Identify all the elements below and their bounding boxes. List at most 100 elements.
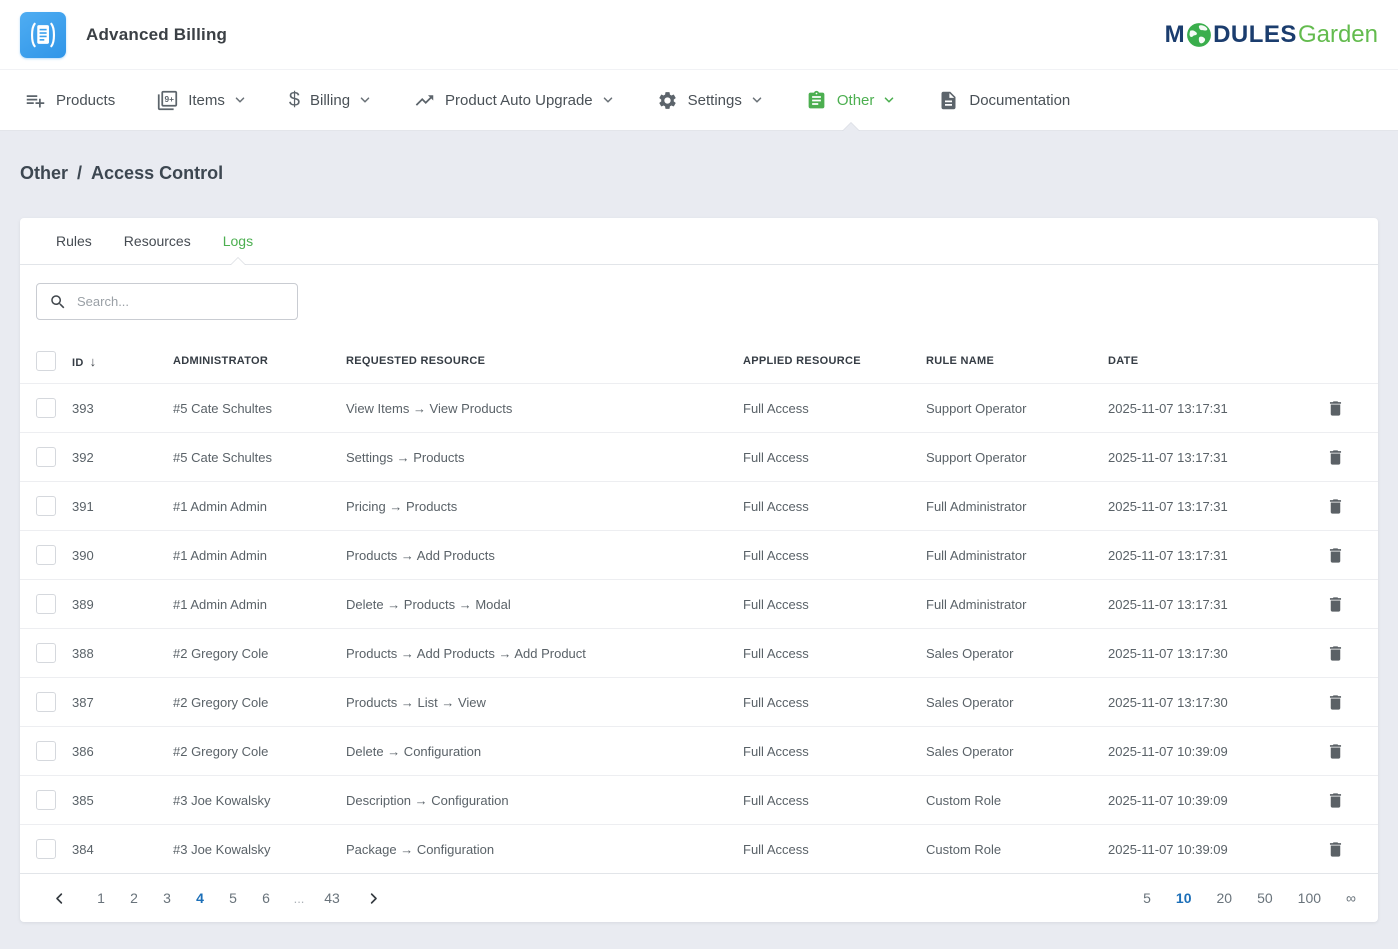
search-icon (49, 293, 67, 311)
cell-date: 2025-11-07 13:17:31 (1108, 597, 1293, 612)
page-number[interactable]: ... (290, 891, 308, 906)
trash-icon (1326, 448, 1345, 467)
pagination-bar: 1 2 3 4 5 6 ... 43 (20, 873, 1378, 922)
nav-item[interactable]: Product Auto Upgrade (393, 70, 636, 130)
delete-button[interactable] (1322, 738, 1349, 765)
chevron-right-icon (366, 891, 381, 906)
delete-button[interactable] (1322, 493, 1349, 520)
row-checkbox[interactable] (36, 398, 56, 418)
row-checkbox[interactable] (36, 496, 56, 516)
row-checkbox[interactable] (36, 839, 56, 859)
search-input[interactable] (77, 294, 285, 309)
row-checkbox[interactable] (36, 692, 56, 712)
select-all-checkbox[interactable] (36, 351, 56, 371)
column-header-rule-name[interactable]: Rule Name (926, 355, 1108, 367)
delete-button[interactable] (1322, 395, 1349, 422)
brand-garden: Garden (1298, 23, 1378, 47)
gear-icon (657, 90, 678, 111)
nav-item-label: Settings (688, 92, 742, 109)
next-page-button[interactable] (364, 889, 383, 908)
column-header-requested-resource[interactable]: Requested Resource (346, 355, 743, 367)
column-header-administrator[interactable]: Administrator (173, 355, 346, 367)
nav-item-label: Billing (310, 92, 350, 109)
cell-applied-resource: Full Access (743, 744, 926, 759)
delete-button[interactable] (1322, 689, 1349, 716)
cell-rule-name: Support Operator (926, 450, 1108, 465)
cell-requested-resource: Package → Configuration (346, 842, 743, 857)
column-header-id[interactable]: ID↓ (72, 354, 173, 369)
per-page-option[interactable]: ∞ (1346, 890, 1356, 906)
per-page-selector: 5 10 20 50 100 ∞ (1143, 890, 1356, 906)
previous-page-button[interactable] (50, 889, 69, 908)
svg-text:9+: 9+ (165, 93, 175, 103)
cell-applied-resource: Full Access (743, 499, 926, 514)
brand-dules: DULES (1213, 23, 1297, 47)
tab[interactable]: Logs (207, 218, 269, 264)
page-number[interactable]: 1 (92, 890, 110, 906)
page-title: Advanced Billing (86, 25, 227, 45)
delete-button[interactable] (1322, 787, 1349, 814)
table-row: 390 #1 Admin Admin Products → Add Produc… (20, 530, 1378, 579)
delete-button[interactable] (1322, 640, 1349, 667)
document-icon (938, 90, 959, 111)
per-page-option[interactable]: 5 (1143, 890, 1151, 906)
cell-requested-resource: Delete → Products → Modal (346, 597, 743, 612)
nav-item[interactable]: Products (4, 70, 136, 130)
trash-icon (1326, 497, 1345, 516)
cell-date: 2025-11-07 10:39:09 (1108, 744, 1293, 759)
nav-item-label: Product Auto Upgrade (445, 92, 593, 109)
cell-rule-name: Custom Role (926, 842, 1108, 857)
cell-administrator: #5 Cate Schultes (173, 401, 346, 416)
cell-id: 386 (72, 744, 173, 759)
table-row: 392 #5 Cate Schultes Settings → Products… (20, 432, 1378, 481)
row-checkbox[interactable] (36, 741, 56, 761)
nav-item[interactable]: $ Billing (268, 70, 393, 130)
cell-administrator: #5 Cate Schultes (173, 450, 346, 465)
cell-administrator: #2 Gregory Cole (173, 695, 346, 710)
page-number[interactable]: 3 (158, 890, 176, 906)
cell-rule-name: Full Administrator (926, 548, 1108, 563)
breadcrumb: Other/Access Control (20, 163, 1378, 184)
row-checkbox[interactable] (36, 447, 56, 467)
row-checkbox[interactable] (36, 643, 56, 663)
row-checkbox[interactable] (36, 790, 56, 810)
delete-button[interactable] (1322, 591, 1349, 618)
tab-label: Logs (223, 233, 253, 249)
cell-rule-name: Sales Operator (926, 695, 1108, 710)
page-number[interactable]: 6 (257, 890, 275, 906)
tab-label: Rules (56, 233, 92, 249)
dollar-icon: $ (289, 90, 300, 110)
log-table: ID↓ Administrator Requested Resource App… (20, 339, 1378, 873)
per-page-option[interactable]: 50 (1257, 890, 1273, 906)
brand-m: M (1165, 23, 1186, 47)
cell-id: 388 (72, 646, 173, 661)
tab[interactable]: Rules (40, 218, 108, 264)
trash-icon (1326, 595, 1345, 614)
nav-item[interactable]: Settings (636, 70, 785, 130)
per-page-option[interactable]: 100 (1298, 890, 1321, 906)
nav-item-label: Other (837, 92, 875, 109)
clipboard-icon (806, 90, 827, 111)
column-header-date[interactable]: Date (1108, 355, 1293, 367)
page-number[interactable]: 5 (224, 890, 242, 906)
page-number[interactable]: 4 (191, 890, 209, 906)
page-number[interactable]: 43 (323, 890, 341, 906)
delete-button[interactable] (1322, 444, 1349, 471)
cell-date: 2025-11-07 13:17:31 (1108, 499, 1293, 514)
page-number[interactable]: 2 (125, 890, 143, 906)
per-page-option[interactable]: 20 (1217, 890, 1233, 906)
breadcrumb-separator: / (77, 163, 82, 183)
per-page-option[interactable]: 10 (1176, 890, 1192, 906)
column-header-applied-resource[interactable]: Applied Resource (743, 355, 926, 367)
tab[interactable]: Resources (108, 218, 207, 264)
row-checkbox[interactable] (36, 594, 56, 614)
sort-desc-icon: ↓ (90, 354, 97, 369)
row-checkbox[interactable] (36, 545, 56, 565)
nav-item[interactable]: 9+ Items (136, 70, 268, 130)
nav-item[interactable]: Documentation (917, 70, 1091, 130)
delete-button[interactable] (1322, 542, 1349, 569)
nav-item[interactable]: Other (785, 70, 918, 130)
delete-button[interactable] (1322, 836, 1349, 863)
cell-rule-name: Custom Role (926, 793, 1108, 808)
cell-requested-resource: View Items → View Products (346, 401, 743, 416)
